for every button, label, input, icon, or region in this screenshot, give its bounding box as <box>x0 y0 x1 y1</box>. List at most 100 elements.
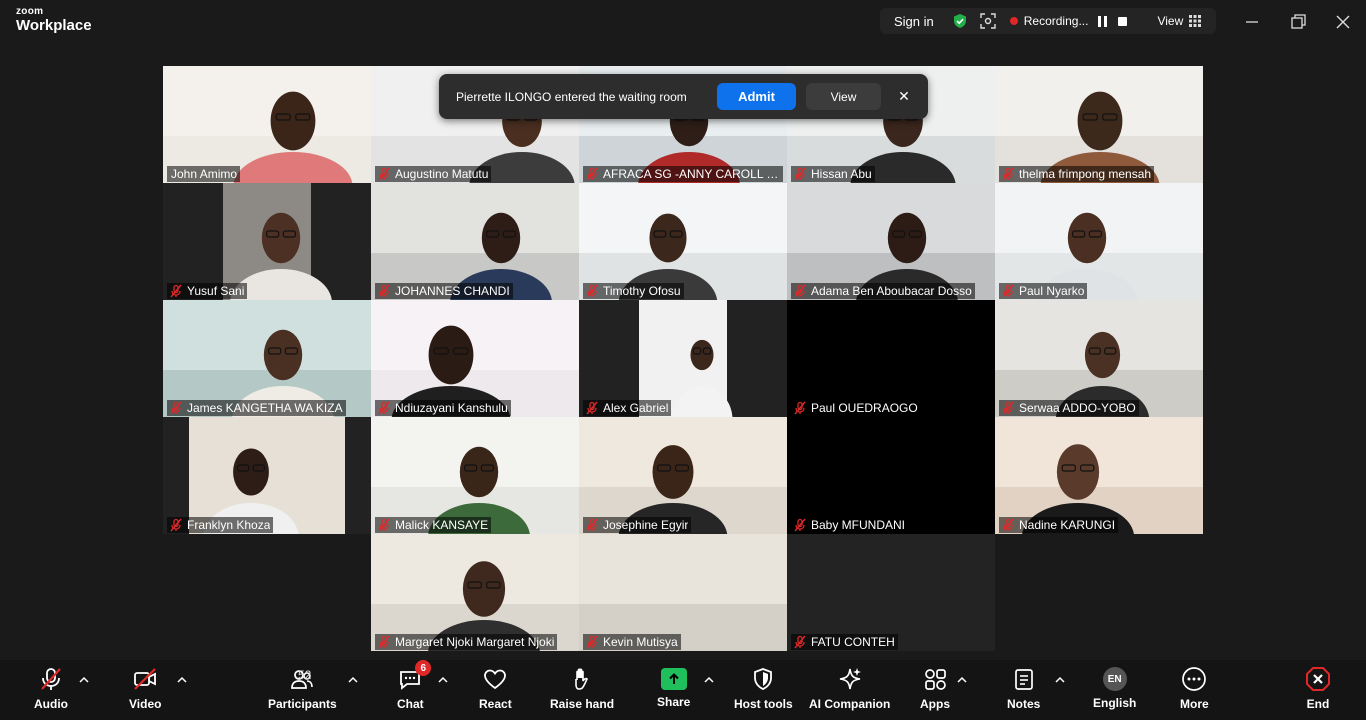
admit-button[interactable]: Admit <box>717 83 796 110</box>
participant-tile[interactable]: James KANGETHA WA KIZA <box>163 300 371 417</box>
notes-label: Notes <box>1007 697 1041 711</box>
participant-name: Paul Nyarko <box>1019 284 1085 298</box>
mic-muted-icon <box>794 635 806 649</box>
mic-muted-icon <box>586 284 598 298</box>
notes-options-chevron-icon[interactable] <box>1054 674 1066 686</box>
chat-button[interactable]: 6 Chat <box>397 660 432 711</box>
restore-icon[interactable] <box>1286 10 1310 34</box>
brand-small: zoom <box>16 6 44 17</box>
participant-name: Ndiuzayani Kanshulu <box>395 401 508 415</box>
video-label: Video <box>129 697 162 711</box>
participant-tile[interactable]: thelma frimpong mensah <box>995 66 1203 183</box>
participant-tile[interactable]: Timothy Ofosu <box>579 183 787 300</box>
participant-nameplate: FATU CONTEH <box>791 634 898 650</box>
language-button[interactable]: EN English <box>1093 666 1136 710</box>
participant-tile[interactable]: Franklyn Khoza <box>163 417 371 534</box>
participant-name: Baby MFUNDANI <box>811 518 906 532</box>
react-button[interactable]: React <box>479 666 512 711</box>
share-label: Share <box>657 695 691 709</box>
view-menu-label[interactable]: View <box>1157 14 1183 28</box>
participant-tile[interactable]: Josephine Egyir <box>579 417 787 534</box>
ai-companion-button[interactable]: AI Companion <box>809 666 890 711</box>
mic-muted-icon <box>1002 401 1014 415</box>
participant-nameplate: JOHANNES CHANDI <box>375 283 513 299</box>
mic-muted-icon <box>378 635 390 649</box>
participant-name: Kevin Mutisya <box>603 635 678 649</box>
apps-options-chevron-icon[interactable] <box>956 674 968 686</box>
participant-tile[interactable]: Nadine KARUNGI <box>995 417 1203 534</box>
participant-nameplate: Adama Ben Aboubacar Dosso <box>791 283 975 299</box>
close-notification-icon[interactable]: ✕ <box>895 87 913 105</box>
mic-muted-icon <box>378 167 390 181</box>
participant-tile[interactable]: Baby MFUNDANI <box>787 417 995 534</box>
stop-recording-icon[interactable] <box>1118 16 1128 26</box>
raise-hand-icon <box>575 668 588 690</box>
participant-tile[interactable]: Adama Ben Aboubacar Dosso <box>787 183 995 300</box>
end-meeting-button[interactable]: End <box>1305 666 1331 711</box>
sign-in-link[interactable]: Sign in <box>894 14 934 29</box>
video-options-chevron-icon[interactable] <box>176 674 188 686</box>
participant-tile[interactable]: John Amimo <box>163 66 371 183</box>
mic-muted-icon <box>170 401 182 415</box>
notes-button[interactable]: Notes <box>1007 666 1040 711</box>
minimize-icon[interactable] <box>1240 10 1264 34</box>
participant-tile[interactable]: FATU CONTEH <box>787 534 995 651</box>
brand-large: Workplace <box>16 17 92 34</box>
gallery-grid-icon[interactable] <box>1189 15 1202 27</box>
mic-muted-icon <box>1002 518 1014 532</box>
participant-tile[interactable]: Paul OUEDRAOGO <box>787 300 995 417</box>
participant-nameplate: Franklyn Khoza <box>167 517 274 533</box>
view-waiting-room-button[interactable]: View <box>806 83 881 110</box>
react-heart-icon <box>484 669 507 690</box>
share-arrow-icon <box>660 668 687 690</box>
mic-muted-icon <box>586 401 598 415</box>
mic-muted-icon <box>1002 284 1014 298</box>
mic-muted-icon <box>1002 167 1014 181</box>
pause-recording-icon[interactable] <box>1098 15 1108 27</box>
audio-button[interactable]: Audio <box>34 666 68 711</box>
chat-label: Chat <box>397 697 424 711</box>
participant-tile[interactable]: Ndiuzayani Kanshulu <box>371 300 579 417</box>
participant-tile[interactable]: Margaret Njoki Margaret Njoki <box>371 534 579 651</box>
meeting-controls: Audio Video 52 Participants 6 Chat React… <box>0 660 1366 720</box>
raise-hand-button[interactable]: Raise hand <box>550 666 614 711</box>
participant-tile[interactable]: Kevin Mutisya <box>579 534 787 651</box>
close-window-icon[interactable] <box>1331 10 1355 34</box>
participant-tile[interactable]: Malick KANSAYE <box>371 417 579 534</box>
end-label: End <box>1306 697 1330 711</box>
participant-tile[interactable]: Paul Nyarko <box>995 183 1203 300</box>
participants-label: Participants <box>268 697 337 711</box>
recording-dot-icon <box>1009 17 1018 25</box>
apps-button[interactable]: Apps <box>920 666 950 711</box>
recording-label[interactable]: Recording... <box>1024 14 1089 28</box>
chat-options-chevron-icon[interactable] <box>437 674 449 686</box>
participant-tile[interactable]: JOHANNES CHANDI <box>371 183 579 300</box>
host-tools-button[interactable]: Host tools <box>734 666 793 711</box>
audio-options-chevron-icon[interactable] <box>78 674 90 686</box>
participants-button[interactable]: 52 Participants <box>268 666 337 711</box>
participant-name: Adama Ben Aboubacar Dosso <box>811 284 972 298</box>
english-label: English <box>1093 696 1137 710</box>
focus-mode-icon[interactable] <box>980 13 996 29</box>
mic-muted-icon <box>170 284 182 298</box>
mic-muted-icon <box>586 635 598 649</box>
waiting-room-message: Pierrette ILONGO entered the waiting roo… <box>456 89 687 104</box>
sparkle-icon <box>839 668 861 690</box>
participant-nameplate: Ndiuzayani Kanshulu <box>375 400 511 416</box>
more-button[interactable]: More <box>1180 666 1209 711</box>
title-bar: zoom Workplace Sign in Recording... View <box>0 0 1366 44</box>
participant-tile[interactable]: Serwaa ADDO-YOBO <box>995 300 1203 417</box>
participants-options-chevron-icon[interactable] <box>347 674 359 686</box>
mic-muted-icon <box>794 401 806 415</box>
video-button[interactable]: Video <box>129 666 161 711</box>
raise-hand-label: Raise hand <box>550 697 615 711</box>
encryption-shield-icon[interactable] <box>952 13 968 29</box>
meeting-status-bar: Sign in Recording... View <box>880 8 1216 34</box>
more-label: More <box>1180 697 1209 711</box>
participant-name: thelma frimpong mensah <box>1019 167 1152 181</box>
share-button[interactable]: Share <box>657 666 690 709</box>
participant-nameplate: Paul Nyarko <box>999 283 1088 299</box>
participant-tile[interactable]: Yusuf Sani <box>163 183 371 300</box>
participant-tile[interactable]: Alex Gabriel <box>579 300 787 417</box>
share-options-chevron-icon[interactable] <box>703 674 715 686</box>
